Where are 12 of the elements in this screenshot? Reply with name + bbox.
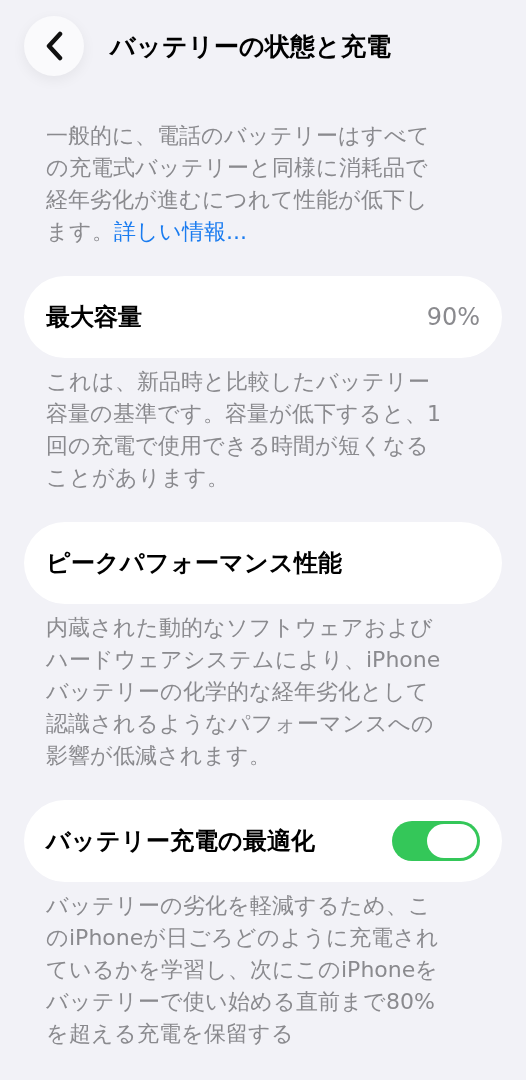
setting-label: ピークパフォーマンス性能 [46,548,342,579]
section-description: バッテリーの劣化を軽減するため、このiPhoneが日ごろどのように充電されているかを学習し、次にこのiPhoneをバッテリーで使い始める直前まで80%を超える充電を保留する [45,892,441,1048]
section-description: これは、新品時と比較したバッテリー容量の基準です。容量が低下すると、1回の充電で使用できる時間が短くなることがあります。 [45,368,442,492]
page-title: バッテリーの状態と充電 [110,30,391,63]
section-description: 内蔵された動的なソフトウェアおよびハードウェアシステムにより、iPhoneバッテリーの化学的な経年劣化として認識されるようなパフォーマンスへの影響が低減されます。 [45,614,442,770]
setting-label: 最大容量 [46,302,142,333]
chevron-left-icon [45,31,63,61]
setting-label: バッテリー充電の最適化 [46,826,315,857]
learn-more-link[interactable]: 詳しい情報... [114,219,247,244]
intro-text: 一般的に、電話のバッテリーはすべての充電式バッテリーと同様に消耗品で経年劣化が進むにつれて性能が低下します。詳しい情報... [45,122,431,246]
toggle-switch[interactable] [392,821,480,861]
setting-value: 90% [426,303,480,331]
